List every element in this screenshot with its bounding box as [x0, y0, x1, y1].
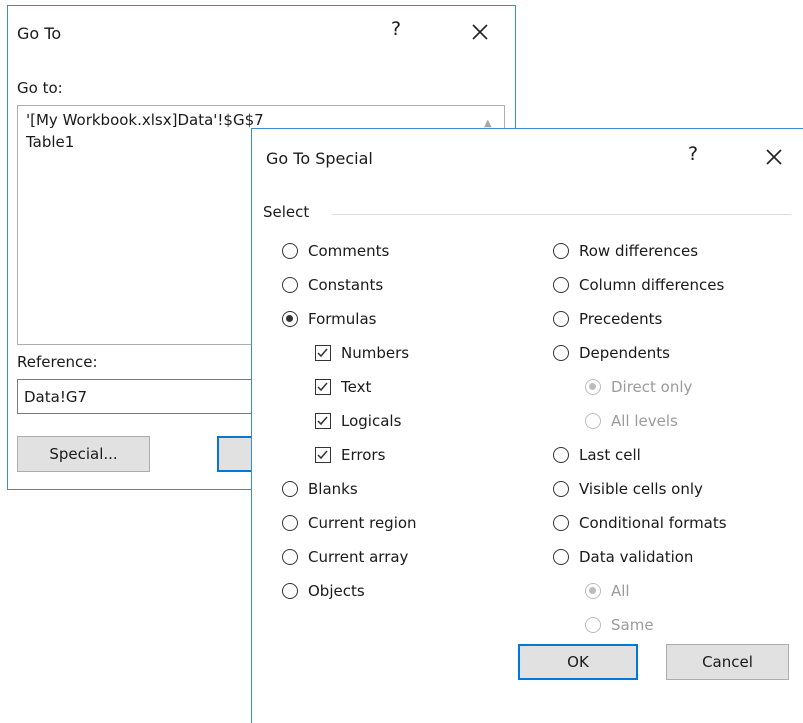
list-item[interactable]: Table1	[26, 133, 74, 151]
goto-label: Go to:	[17, 79, 63, 97]
radio-icon[interactable]	[282, 243, 298, 259]
option-column-differences[interactable]: Column differences	[553, 273, 724, 297]
special-titlebar[interactable]: Go To Special ?	[252, 129, 803, 185]
option-label: Objects	[308, 582, 365, 600]
option-label: Conditional formats	[579, 514, 727, 532]
checkbox-text[interactable]: Text	[315, 375, 371, 399]
radio-checked-disabled-icon	[585, 583, 601, 599]
reference-label: Reference:	[17, 353, 98, 371]
checkbox-numbers[interactable]: Numbers	[315, 341, 409, 365]
close-icon[interactable]	[468, 20, 492, 44]
option-same: Same	[585, 613, 654, 637]
option-label: Formulas	[308, 310, 377, 328]
option-blanks[interactable]: Blanks	[282, 477, 358, 501]
goto-special-dialog: Go To Special ? Select Comments Constant…	[251, 128, 803, 723]
reference-value: Data!G7	[24, 388, 87, 406]
radio-icon[interactable]	[553, 311, 569, 327]
option-direct-only: Direct only	[585, 375, 692, 399]
option-data-validation[interactable]: Data validation	[553, 545, 693, 569]
help-icon[interactable]: ?	[381, 18, 411, 40]
option-label: Constants	[308, 276, 384, 294]
option-current-array[interactable]: Current array	[282, 545, 408, 569]
radio-icon[interactable]	[553, 447, 569, 463]
option-label: All levels	[611, 412, 678, 430]
radio-icon[interactable]	[553, 515, 569, 531]
option-dependents[interactable]: Dependents	[553, 341, 670, 365]
checkbox-checked-icon[interactable]	[315, 345, 331, 361]
option-label: Logicals	[341, 412, 402, 430]
radio-icon[interactable]	[553, 277, 569, 293]
close-icon[interactable]	[762, 145, 786, 169]
radio-icon[interactable]	[553, 481, 569, 497]
option-label: Errors	[341, 446, 386, 464]
option-label: Column differences	[579, 276, 725, 294]
option-label: Current region	[308, 514, 417, 532]
radio-icon[interactable]	[553, 549, 569, 565]
option-all-levels: All levels	[585, 409, 678, 433]
option-visible-cells-only[interactable]: Visible cells only	[553, 477, 703, 501]
radio-icon[interactable]	[553, 243, 569, 259]
radio-icon[interactable]	[553, 345, 569, 361]
checkbox-checked-icon[interactable]	[315, 379, 331, 395]
radio-disabled-icon	[585, 413, 601, 429]
goto-titlebar[interactable]: Go To ?	[8, 6, 515, 62]
option-all: All	[585, 579, 630, 603]
option-label: Last cell	[579, 446, 641, 464]
option-objects[interactable]: Objects	[282, 579, 365, 603]
select-group-label: Select	[263, 203, 310, 221]
option-comments[interactable]: Comments	[282, 239, 389, 263]
cancel-button[interactable]: Cancel	[666, 644, 789, 680]
checkbox-checked-icon[interactable]	[315, 413, 331, 429]
option-label: Precedents	[579, 310, 663, 328]
goto-title: Go To	[17, 24, 62, 43]
special-button[interactable]: Special...	[17, 436, 150, 472]
radio-icon[interactable]	[282, 277, 298, 293]
option-label: Same	[611, 616, 654, 634]
option-last-cell[interactable]: Last cell	[553, 443, 641, 467]
special-title: Go To Special	[266, 149, 373, 168]
option-label: Data validation	[579, 548, 694, 566]
radio-icon[interactable]	[282, 481, 298, 497]
checkbox-errors[interactable]: Errors	[315, 443, 385, 467]
option-label: Dependents	[579, 344, 670, 362]
radio-icon[interactable]	[282, 583, 298, 599]
option-label: Comments	[308, 242, 390, 260]
radio-disabled-icon	[585, 617, 601, 633]
option-precedents[interactable]: Precedents	[553, 307, 662, 331]
option-formulas[interactable]: Formulas	[282, 307, 376, 331]
option-label: Text	[341, 378, 372, 396]
option-label: Current array	[308, 548, 409, 566]
help-icon[interactable]: ?	[678, 143, 708, 165]
radio-checked-disabled-icon	[585, 379, 601, 395]
checkbox-checked-icon[interactable]	[315, 447, 331, 463]
group-divider	[332, 214, 791, 215]
option-constants[interactable]: Constants	[282, 273, 383, 297]
option-conditional-formats[interactable]: Conditional formats	[553, 511, 727, 535]
option-label: Direct only	[611, 378, 693, 396]
radio-checked-icon[interactable]	[282, 311, 298, 327]
checkbox-logicals[interactable]: Logicals	[315, 409, 401, 433]
ok-button[interactable]: OK	[518, 644, 638, 680]
list-item[interactable]: '[My Workbook.xlsx]Data'!$G$7	[26, 111, 264, 129]
option-label: All	[611, 582, 630, 600]
option-row-differences[interactable]: Row differences	[553, 239, 698, 263]
radio-icon[interactable]	[282, 549, 298, 565]
radio-icon[interactable]	[282, 515, 298, 531]
option-label: Visible cells only	[579, 480, 703, 498]
option-current-region[interactable]: Current region	[282, 511, 417, 535]
option-label: Row differences	[579, 242, 699, 260]
option-label: Blanks	[308, 480, 358, 498]
option-label: Numbers	[341, 344, 410, 362]
